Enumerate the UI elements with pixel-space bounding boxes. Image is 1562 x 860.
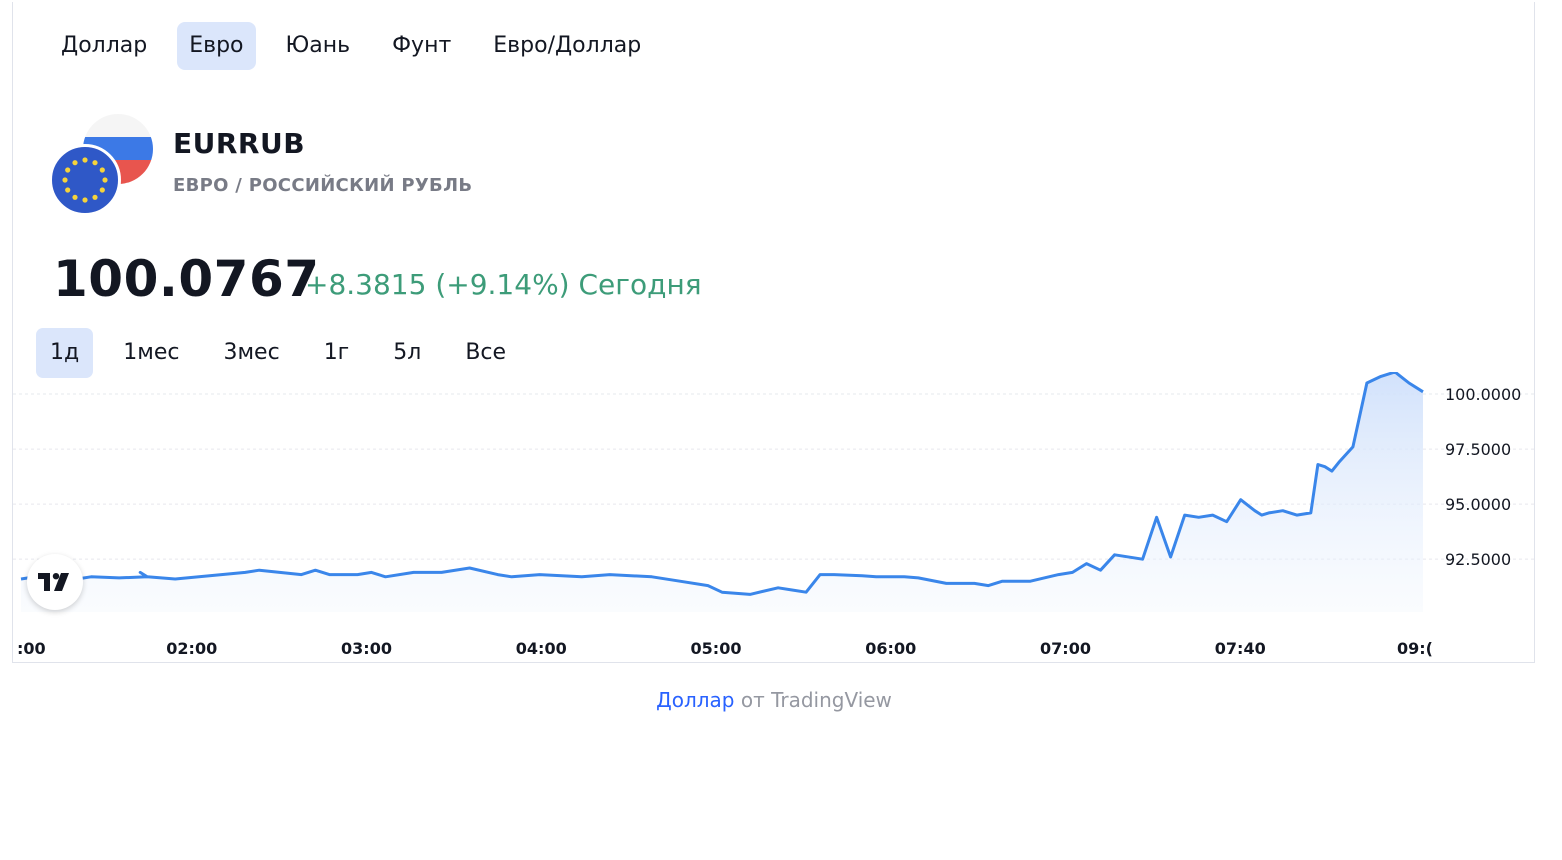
tab-gbp[interactable]: Фунт xyxy=(380,22,463,70)
tab-usd[interactable]: Доллар xyxy=(49,22,159,70)
tradingview-icon xyxy=(38,573,69,591)
price-chart[interactable]: 100.0000 97.5000 95.0000 92.5000 :00 02:00 03… xyxy=(13,372,1535,662)
attribution-link[interactable]: Доллар xyxy=(656,688,734,712)
range-all[interactable]: Все xyxy=(451,328,520,378)
x-tick-label: 03:00 xyxy=(341,639,392,658)
x-tick-label: 04:00 xyxy=(516,639,567,658)
attribution-text: от TradingView xyxy=(734,688,892,712)
currency-widget: Доллар Евро Юань Фунт Евро/Доллар EURRUB… xyxy=(12,2,1535,663)
x-tick-label: 07:00 xyxy=(1040,639,1091,658)
y-tick-label: 92.5000 xyxy=(1445,550,1511,569)
x-tick-label: 02:00 xyxy=(166,639,217,658)
tab-eurusd[interactable]: Евро/Доллар xyxy=(481,22,653,70)
eu-flag-icon xyxy=(49,144,121,216)
x-tick-label: 06:00 xyxy=(865,639,916,658)
x-tick-label: 07:40 xyxy=(1215,639,1266,658)
x-tick-label: 09:( xyxy=(1397,639,1433,658)
symbol-ticker: EURRUB xyxy=(173,127,306,160)
x-tick-label: :00 xyxy=(17,639,46,658)
price-change: +8.3815 (+9.14%) Сегодня xyxy=(305,268,702,301)
tab-eur[interactable]: Евро xyxy=(177,22,256,70)
attribution: Доллар от TradingView xyxy=(0,688,1548,712)
currency-flags xyxy=(49,114,159,224)
range-1d[interactable]: 1д xyxy=(36,328,94,378)
y-tick-label: 100.0000 xyxy=(1445,385,1521,404)
current-price: 100.0767 xyxy=(53,250,320,308)
range-5y[interactable]: 5л xyxy=(379,328,435,378)
currency-tabs: Доллар Евро Юань Фунт Евро/Доллар xyxy=(49,22,653,70)
symbol-description: ЕВРО / РОССИЙСКИЙ РУБЛЬ xyxy=(173,175,473,196)
range-selector: 1д 1мес 3мес 1г 5л Все xyxy=(36,328,520,378)
y-tick-label: 97.5000 xyxy=(1445,440,1511,459)
y-tick-label: 95.0000 xyxy=(1445,495,1511,514)
chart-area-fill xyxy=(21,372,1423,612)
range-1m[interactable]: 1мес xyxy=(109,328,193,378)
range-3m[interactable]: 3мес xyxy=(209,328,293,378)
x-tick-label: 05:00 xyxy=(691,639,742,658)
range-1y[interactable]: 1г xyxy=(310,328,364,378)
tradingview-logo-button[interactable] xyxy=(27,554,83,610)
tab-cny[interactable]: Юань xyxy=(274,22,363,70)
